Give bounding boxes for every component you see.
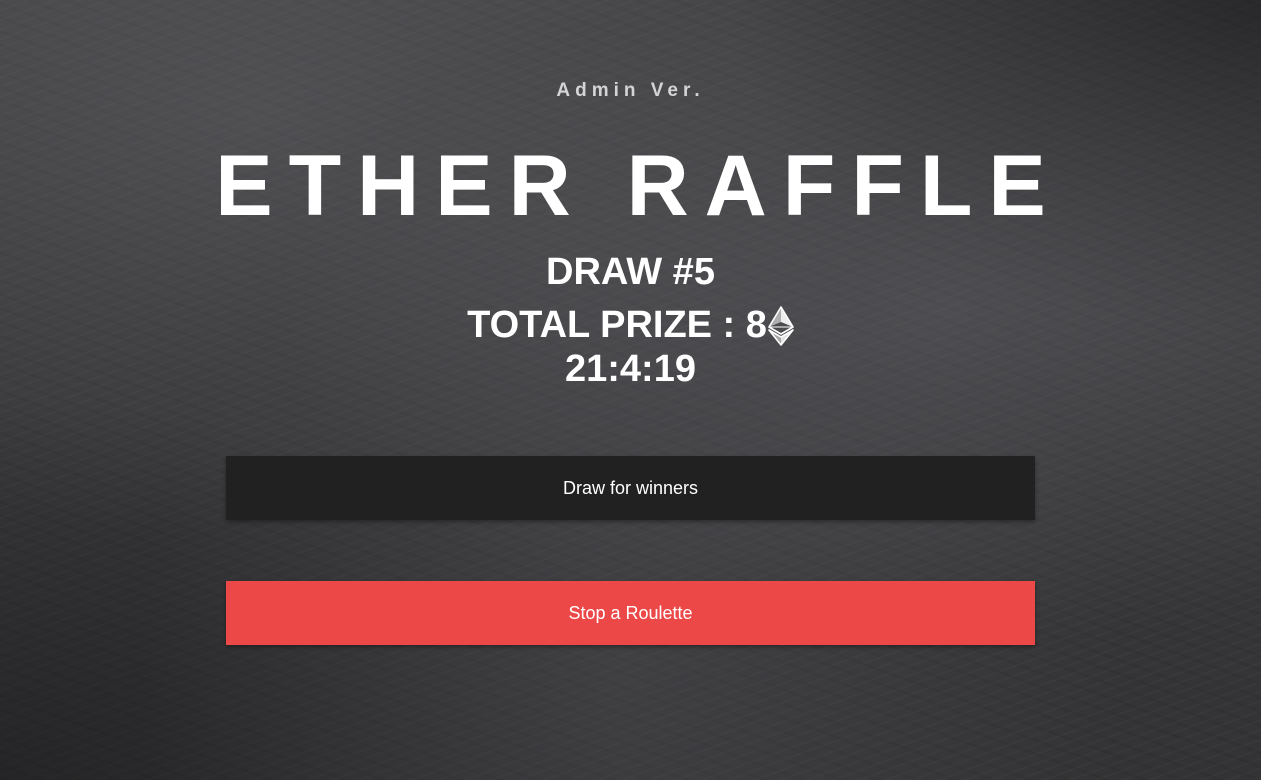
chalkboard-background: Admin Ver. ETHER RAFFLE DRAW #5 TOTAL PR… bbox=[0, 0, 1261, 780]
admin-version-label: Admin Ver. bbox=[556, 80, 705, 101]
app-title: ETHER RAFFLE bbox=[215, 138, 1062, 234]
total-prize: TOTAL PRIZE : 8 bbox=[0, 304, 1261, 346]
countdown-timer: 21:4:19 bbox=[565, 348, 696, 390]
total-prize-label: TOTAL PRIZE : 8 bbox=[467, 304, 767, 346]
draw-number: DRAW #5 bbox=[546, 251, 715, 293]
stop-roulette-button[interactable]: Stop a Roulette bbox=[226, 581, 1035, 645]
ethereum-icon bbox=[768, 306, 794, 346]
draw-winners-button[interactable]: Draw for winners bbox=[226, 456, 1035, 520]
